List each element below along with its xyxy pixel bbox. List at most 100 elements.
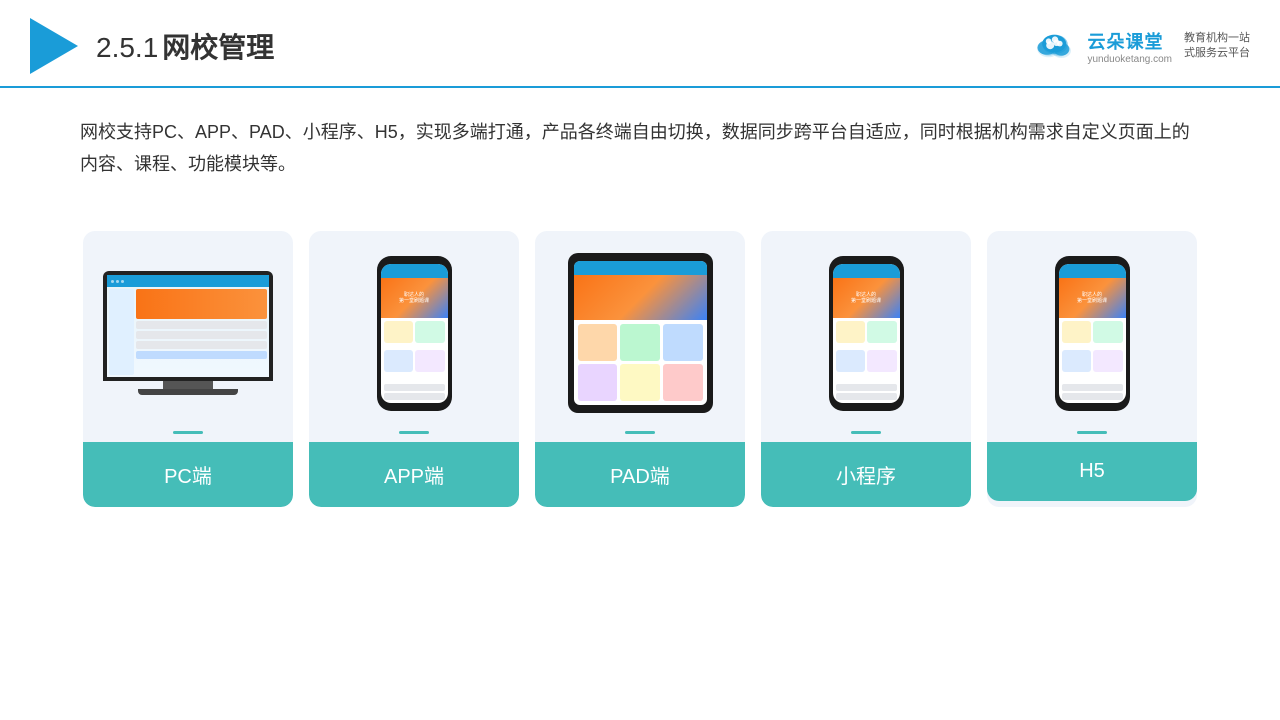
h5-list-row-2 [1062, 393, 1123, 400]
pc-base [138, 389, 238, 395]
miniprogram-image-area: 职达人的第一堂刷题课 [761, 231, 971, 431]
tablet-topbar [574, 261, 707, 275]
app-phone-mockup: 职达人的第一堂刷题课 [377, 256, 452, 411]
app-card: 职达人的第一堂刷题课 APP端 [309, 231, 519, 507]
miniprogram-phone-mockup: 职达人的第一堂刷题课 [829, 256, 904, 411]
h5-grid-item-4 [1093, 350, 1123, 372]
mini-list-row-1 [836, 384, 897, 391]
h5-banner: 职达人的第一堂刷题课 [1059, 278, 1126, 318]
miniprogram-topbar [833, 264, 900, 278]
brand-logo: 云朵课堂 yunduoketang.com 教育机构一站式服务云平台 [1031, 28, 1250, 65]
pc-accent-line [173, 431, 203, 434]
miniprogram-grid [833, 318, 900, 381]
cards-container: PC端 职达人的第一堂刷题课 [0, 201, 1280, 537]
app-image-area: 职达人的第一堂刷题课 [309, 231, 519, 431]
pc-row-1 [136, 321, 267, 329]
h5-accent-line [1077, 431, 1107, 434]
header-left: 2.5.1网校管理 [30, 18, 274, 74]
pc-main [136, 289, 267, 375]
pc-banner [136, 289, 267, 319]
miniprogram-accent-line [851, 431, 881, 434]
tablet-item-6 [663, 364, 703, 401]
pad-accent-line [625, 431, 655, 434]
phone-grid [381, 318, 448, 381]
tablet-content [574, 320, 707, 405]
pc-topbar [107, 275, 269, 287]
h5-label: H5 [987, 442, 1197, 501]
pc-row-2 [136, 331, 267, 339]
h5-grid [1059, 318, 1126, 381]
h5-phone-mockup: 职达人的第一堂刷题课 [1055, 256, 1130, 411]
brand-url: yunduoketang.com [1087, 54, 1172, 65]
pad-label: PAD端 [535, 442, 745, 507]
pc-mockup [103, 271, 273, 395]
h5-notch [1080, 256, 1104, 262]
h5-topbar [1059, 264, 1126, 278]
tablet-mockup [568, 253, 713, 413]
h5-list-row-1 [1062, 384, 1123, 391]
header-right: 云朵课堂 yunduoketang.com 教育机构一站式服务云平台 [1031, 28, 1250, 65]
tablet-item-2 [620, 324, 660, 361]
brand-tagline: 教育机构一站式服务云平台 [1184, 31, 1250, 62]
h5-image-area: 职达人的第一堂刷题课 [987, 231, 1197, 431]
phone-list [381, 381, 448, 403]
cloud-icon [1031, 30, 1079, 62]
pc-screen-content [107, 275, 269, 377]
h5-grid-item-1 [1062, 321, 1092, 343]
app-phone-screen: 职达人的第一堂刷题课 [381, 264, 448, 403]
page-title-number: 2.5.1 [96, 32, 158, 63]
tablet-item-1 [578, 324, 618, 361]
tablet-item-5 [620, 364, 660, 401]
page-title: 2.5.1网校管理 [96, 26, 274, 66]
page-title-text: 网校管理 [162, 32, 274, 63]
header: 2.5.1网校管理 云朵课堂 yunduo [0, 0, 1280, 88]
miniprogram-label: 小程序 [761, 442, 971, 507]
tablet-item-3 [663, 324, 703, 361]
mini-grid-item-3 [836, 350, 866, 372]
h5-screen: 职达人的第一堂刷题课 [1059, 264, 1126, 403]
pc-screen-body [107, 287, 269, 377]
mini-grid-item-1 [836, 321, 866, 343]
miniprogram-card: 职达人的第一堂刷题课 小程序 [761, 231, 971, 507]
miniprogram-banner: 职达人的第一堂刷题课 [833, 278, 900, 318]
mini-list-row-2 [836, 393, 897, 400]
miniprogram-notch [854, 256, 878, 262]
pc-stand [163, 381, 213, 389]
logo-triangle-icon [30, 18, 78, 74]
phone-list-row-1 [384, 384, 445, 391]
mini-list [833, 381, 900, 403]
phone-banner: 职达人的第一堂刷题课 [381, 278, 448, 318]
tablet-screen [574, 261, 707, 405]
app-label: APP端 [309, 442, 519, 507]
h5-grid-item-3 [1062, 350, 1092, 372]
h5-card: 职达人的第一堂刷题课 H5 [987, 231, 1197, 507]
pad-image-area [535, 231, 745, 431]
phone-banner-text: 职达人的第一堂刷题课 [399, 292, 429, 304]
brand-name: 云朵课堂 [1087, 28, 1172, 54]
pc-image-area [83, 231, 293, 431]
mini-grid-item-4 [867, 350, 897, 372]
pc-row-3 [136, 341, 267, 349]
phone-topbar [381, 264, 448, 278]
brand-text: 云朵课堂 yunduoketang.com [1087, 28, 1172, 65]
h5-grid-item-2 [1093, 321, 1123, 343]
miniprogram-screen: 职达人的第一堂刷题课 [833, 264, 900, 403]
pc-label: PC端 [83, 442, 293, 507]
phone-list-row-2 [384, 393, 445, 400]
phone-notch [402, 256, 426, 262]
phone-grid-item-2 [415, 321, 445, 343]
mini-grid-item-2 [867, 321, 897, 343]
phone-grid-item-3 [384, 350, 414, 372]
miniprogram-banner-text: 职达人的第一堂刷题课 [851, 292, 881, 304]
h5-banner-text: 职达人的第一堂刷题课 [1077, 292, 1107, 304]
pad-card: PAD端 [535, 231, 745, 507]
app-accent-line [399, 431, 429, 434]
tablet-banner [574, 275, 707, 320]
tablet-item-4 [578, 364, 618, 401]
h5-list [1059, 381, 1126, 403]
pc-row-4 [136, 351, 267, 359]
phone-grid-item-1 [384, 321, 414, 343]
pc-sidebar [109, 289, 134, 375]
pc-screen-outer [103, 271, 273, 381]
phone-grid-item-4 [415, 350, 445, 372]
